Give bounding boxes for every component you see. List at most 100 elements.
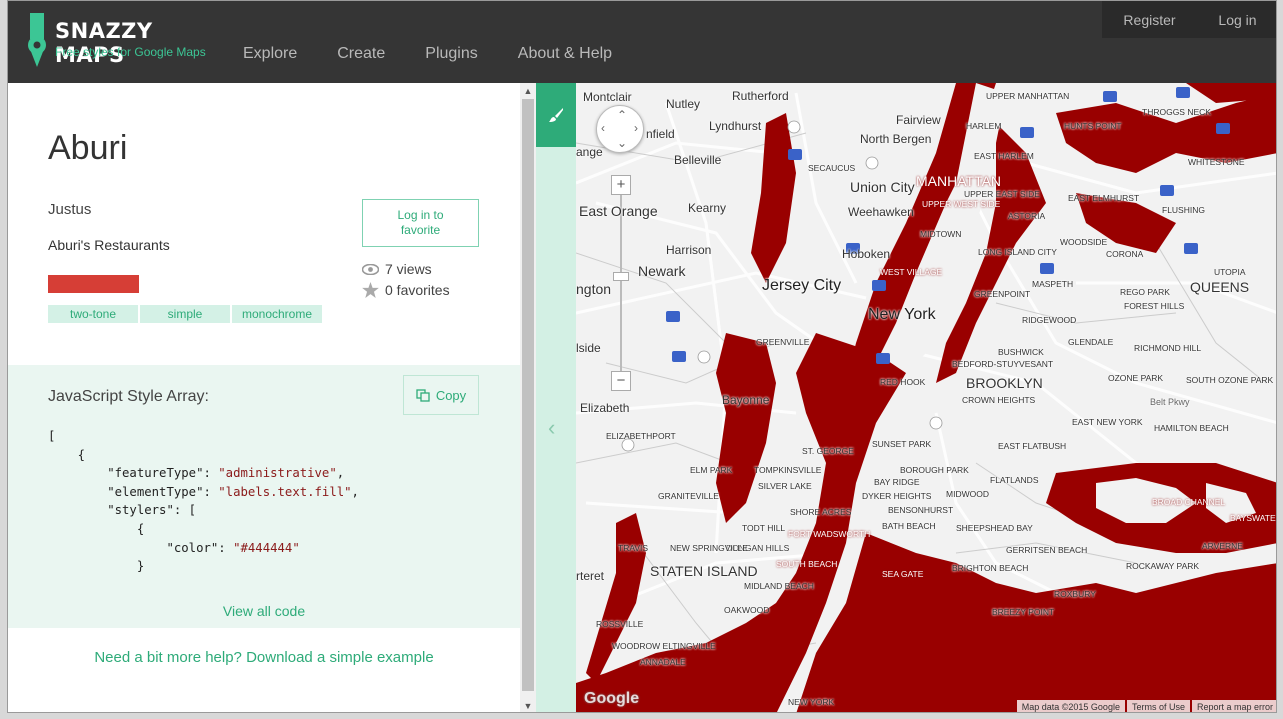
browser-frame: SNAZZY MAPS Free styles for Google Maps … [7, 0, 1277, 713]
map-label: nfield [646, 127, 675, 141]
map-label: SHORE ACRES [790, 507, 852, 517]
map-label: FORT WADSWORTH [788, 529, 871, 539]
nav-explore[interactable]: Explore [243, 45, 297, 63]
brush-button[interactable] [536, 83, 576, 147]
pan-left-icon[interactable]: ‹ [601, 121, 605, 135]
map-label: STATEN ISLAND [650, 563, 758, 579]
nav-about-help[interactable]: About & Help [518, 45, 612, 63]
map-label: ngton [576, 281, 612, 297]
map-label: EAST FLATBUSH [998, 441, 1067, 451]
map-label: Elizabeth [580, 401, 630, 415]
star-icon [362, 282, 379, 298]
pan-right-icon[interactable]: › [634, 121, 638, 135]
map-label: FOREST HILLS [1124, 301, 1185, 311]
style-project[interactable]: Aburi's Restaurants [48, 237, 170, 253]
map-label: GERRITSEN BEACH [1006, 545, 1088, 555]
map-label: SOUTH OZONE PARK [1186, 375, 1274, 385]
map-pin-icon [28, 13, 46, 67]
map-label: REGO PARK [1120, 287, 1170, 297]
map-label: New York [868, 306, 936, 323]
code-snippet[interactable]: [ { "featureType": "administrative", "el… [48, 427, 359, 577]
tag-monochrome[interactable]: monochrome [232, 305, 322, 323]
map-label: ASTORIA [1008, 211, 1046, 221]
panel-scrollbar[interactable]: ▲ ▼ [520, 83, 536, 712]
zoom-slider-track[interactable] [620, 193, 622, 383]
google-watermark: Google [584, 690, 640, 707]
map-label: Secaucus [808, 163, 856, 173]
map-label: UPPER MANHATTAN [986, 91, 1070, 101]
terms-of-use-link[interactable]: Terms of Use [1126, 700, 1190, 712]
map-label: GLENDALE [1068, 337, 1114, 347]
map-label: TOMPKINSVILLE [754, 465, 822, 475]
register-link[interactable]: Register [1123, 12, 1175, 28]
login-to-favorite-button[interactable]: Log in to favorite [362, 199, 479, 247]
map-label: Hoboken [842, 247, 891, 261]
style-author[interactable]: Justus [48, 201, 91, 218]
copy-icon [416, 388, 430, 402]
map-label: ST. GEORGE [802, 446, 854, 456]
map-label: WHITESTONE [1188, 157, 1245, 167]
nav-plugins[interactable]: Plugins [425, 45, 477, 63]
map-label: BUSHWICK [998, 347, 1044, 357]
map-label: BATH BEACH [882, 521, 936, 531]
map-label: FLATLANDS [990, 475, 1039, 485]
zoom-in-button[interactable]: + [611, 175, 631, 195]
scroll-up-arrow[interactable]: ▲ [520, 83, 536, 99]
map-label: NEW SPRINGVILLE [670, 543, 748, 553]
map-label: Rutherford [732, 89, 789, 103]
map-label: Belleville [674, 153, 722, 167]
map-label: Fairview [896, 113, 941, 127]
map-label: RIDGEWOOD [1022, 315, 1077, 325]
copy-label: Copy [435, 387, 467, 403]
paint-brush-icon [549, 108, 563, 122]
copy-button[interactable]: Copy [403, 375, 479, 415]
map-label: SOUTH BEACH [776, 559, 838, 569]
map-label: Nutley [666, 97, 701, 111]
map-label: Newark [638, 263, 686, 279]
map-label: ELM PARK [690, 465, 733, 475]
site-logo[interactable]: SNAZZY MAPS Free styles for Google Maps [26, 13, 226, 69]
collapse-panel-chevron-icon[interactable]: ‹ [548, 415, 555, 441]
auth-links: Register Log in [1102, 1, 1276, 38]
map-label: GREENVILLE [756, 337, 810, 347]
map-label: Harrison [666, 243, 712, 257]
login-link[interactable]: Log in [1218, 12, 1256, 28]
map-label: THROGGS NECK [1142, 107, 1211, 117]
scroll-down-arrow[interactable]: ▼ [520, 698, 536, 712]
tag-simple[interactable]: simple [140, 305, 230, 323]
map-label: MASPETH [1032, 279, 1074, 289]
views-count: 7 views [385, 261, 432, 277]
map-label: Montclair [583, 90, 632, 104]
map-label: North Bergen [860, 132, 932, 146]
scroll-thumb[interactable] [522, 99, 534, 691]
map-label: Bayonne [722, 393, 770, 407]
zoom-out-button[interactable]: − [611, 371, 631, 391]
pan-down-icon[interactable]: ⌄ [617, 136, 627, 150]
pan-up-icon[interactable]: ⌃ [617, 108, 627, 122]
map-label: FLUSHING [1162, 205, 1205, 215]
map-label: BAYSWATER [1230, 513, 1277, 523]
report-map-error-link[interactable]: Report a map error [1191, 700, 1276, 712]
tag-list: two-tone simple monochrome [48, 305, 322, 323]
zoom-slider-handle[interactable] [613, 272, 629, 281]
logo-subtitle: Free styles for Google Maps [55, 45, 206, 59]
map-preview[interactable]: ⌃ ⌄ ‹ › + − Montclair Nutley Rutherford … [576, 83, 1277, 712]
map-label: EAST NEW YORK [1072, 417, 1143, 427]
map-label: MIDWOOD [946, 489, 989, 499]
eye-icon [362, 263, 379, 275]
view-all-code-link[interactable]: View all code [8, 603, 520, 619]
color-swatch [48, 275, 139, 293]
map-label: UPPER EAST SIDE [964, 189, 1040, 199]
map-label: ROSSVILLE [596, 619, 644, 629]
map-label: RED HOOK [880, 377, 926, 387]
nav-create[interactable]: Create [337, 45, 385, 63]
map-label: WEST VILLAGE [880, 267, 943, 277]
code-section: JavaScript Style Array: Copy [ { "featur… [8, 365, 520, 628]
map-label: GRANITEVILLE [658, 491, 719, 501]
download-example-link[interactable]: Need a bit more help? Download a simple … [8, 649, 520, 666]
pan-control[interactable]: ⌃ ⌄ ‹ › [596, 105, 644, 153]
map-label: OZONE PARK [1108, 373, 1164, 383]
map-label: WOODROW ELTINGVILLE [612, 641, 716, 651]
map-label: ROXBURY [1054, 589, 1096, 599]
tag-two-tone[interactable]: two-tone [48, 305, 138, 323]
